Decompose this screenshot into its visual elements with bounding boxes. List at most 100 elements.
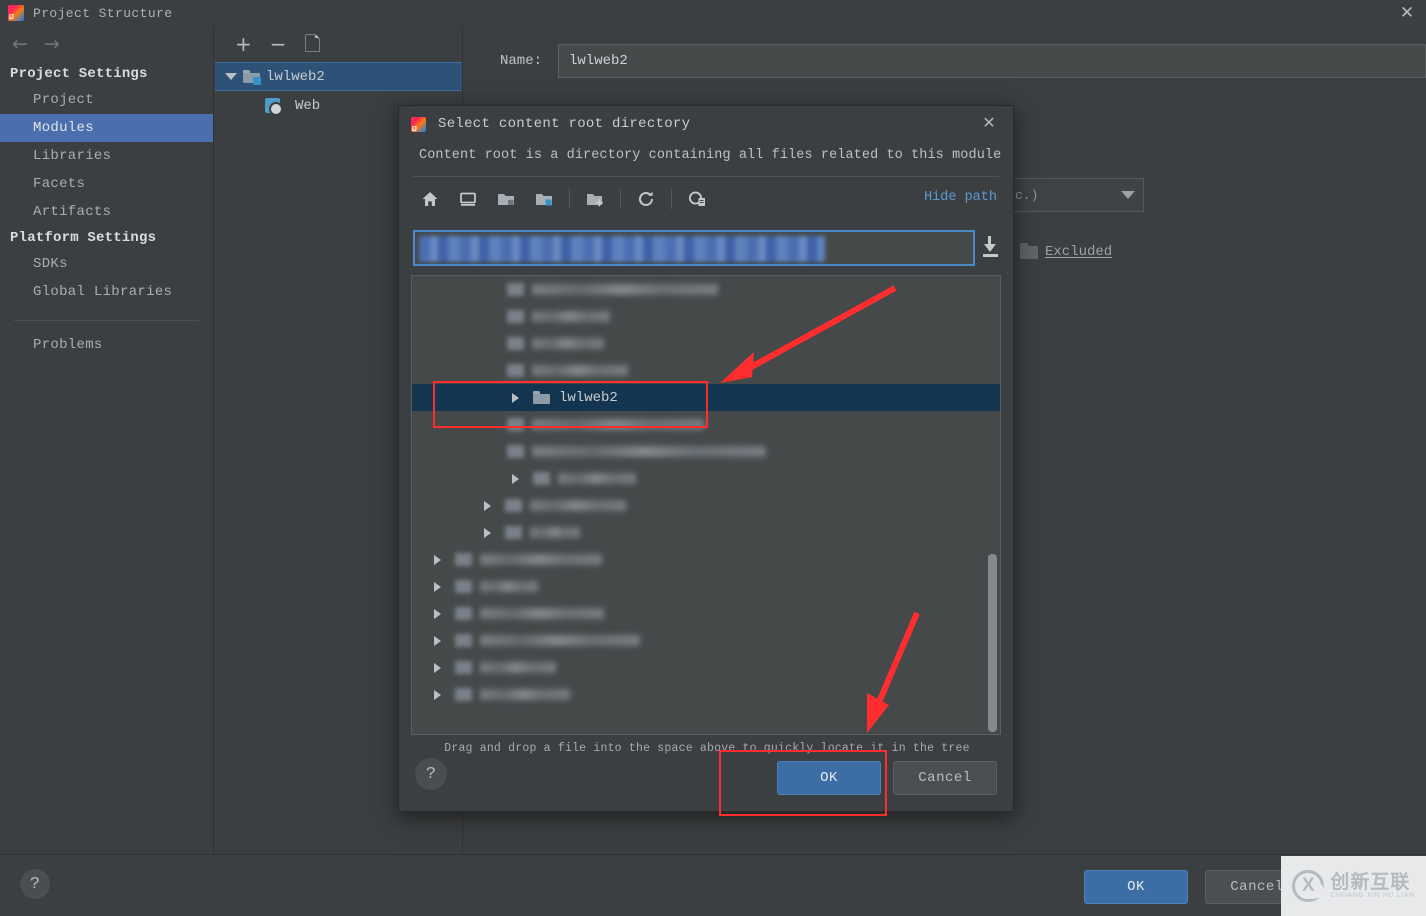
toolbar-divider — [671, 189, 672, 209]
chevron-down-icon[interactable] — [225, 73, 237, 80]
dialog-cancel-button[interactable]: Cancel — [893, 761, 997, 795]
chevron-right-icon[interactable] — [434, 635, 441, 646]
language-level-combo[interactable]: c.) — [1008, 178, 1144, 212]
folder-icon — [507, 364, 524, 377]
sidebar-item-sdks[interactable]: SDKs — [0, 250, 213, 278]
folder-icon — [533, 472, 550, 485]
excluded-label: Excluded — [1045, 244, 1113, 260]
tree-row[interactable] — [412, 654, 1000, 681]
dialog-ok-button[interactable]: OK — [777, 761, 881, 795]
copy-icon[interactable]: 🗋 — [305, 34, 321, 54]
sidebar-item-libraries[interactable]: Libraries — [0, 142, 213, 170]
show-hidden-icon[interactable] — [682, 186, 712, 212]
folder-icon — [507, 445, 524, 458]
module-name-input[interactable]: lwlweb2 — [558, 44, 1426, 78]
tree-row[interactable] — [412, 573, 1000, 600]
path-selected-text — [419, 236, 825, 262]
folder-icon — [505, 526, 522, 539]
sidebar-item-problems[interactable]: Problems — [0, 331, 213, 359]
folder-icon — [455, 661, 472, 674]
tree-row[interactable] — [412, 492, 1000, 519]
sidebar-divider — [14, 320, 199, 321]
add-module-button[interactable]: + — [235, 34, 252, 54]
chevron-right-icon[interactable] — [434, 554, 441, 565]
tree-row-lwlweb2[interactable]: lwlweb2 — [412, 384, 1000, 411]
home-icon[interactable] — [415, 186, 445, 212]
tree-row[interactable] — [412, 276, 1000, 303]
name-label: Name: — [499, 53, 542, 69]
file-chooser-toolbar: Hide path — [399, 177, 1013, 221]
tree-scrollbar[interactable] — [988, 554, 997, 732]
sidebar-item-global-libraries[interactable]: Global Libraries — [0, 278, 213, 306]
module-tree-row-lwlweb2[interactable]: lwlweb2 — [215, 62, 462, 91]
folder-icon — [455, 553, 472, 566]
folder-icon — [505, 499, 522, 512]
arrow-right-icon[interactable]: → — [44, 33, 60, 55]
module-name-row: Name: lwlweb2 — [464, 44, 1426, 78]
module-folder-icon[interactable] — [529, 186, 559, 212]
tree-row[interactable] — [412, 546, 1000, 573]
tree-row-label — [480, 581, 538, 592]
sidebar-item-modules[interactable]: Modules — [0, 114, 213, 142]
desktop-icon[interactable] — [453, 186, 483, 212]
chevron-right-icon[interactable] — [434, 689, 441, 700]
tree-row[interactable] — [412, 519, 1000, 546]
close-icon[interactable]: ✕ — [1397, 3, 1417, 23]
tree-row[interactable] — [412, 438, 1000, 465]
chevron-right-icon[interactable] — [434, 662, 441, 673]
tree-row[interactable] — [412, 330, 1000, 357]
refresh-icon[interactable] — [631, 186, 661, 212]
folder-icon — [533, 391, 550, 404]
modules-toolbar: + − 🗋 — [215, 26, 462, 62]
window-titlebar: Project Structure ✕ — [0, 0, 1426, 26]
chevron-down-icon[interactable] — [1121, 191, 1135, 199]
dialog-subtitle: Content root is a directory containing a… — [419, 148, 1002, 163]
tree-row[interactable] — [412, 357, 1000, 384]
sidebar-item-facets[interactable]: Facets — [0, 170, 213, 198]
tree-row[interactable] — [412, 411, 1000, 438]
tree-row[interactable] — [412, 627, 1000, 654]
chevron-right-icon[interactable] — [484, 500, 491, 511]
sidebar-group-project-settings: Project Settings — [10, 66, 148, 82]
tree-row-label — [532, 419, 704, 430]
path-input[interactable] — [413, 230, 976, 266]
web-facet-icon — [265, 98, 283, 116]
drag-drop-hint: Drag and drop a file into the space abov… — [444, 742, 970, 755]
chevron-right-icon[interactable] — [484, 527, 491, 538]
tree-row-label — [530, 500, 626, 511]
hide-path-link[interactable]: Hide path — [924, 190, 997, 205]
tree-row-label — [532, 338, 604, 349]
watermark-mark: X — [1302, 875, 1315, 896]
tree-row-label — [532, 446, 766, 457]
tree-row[interactable] — [412, 465, 1000, 492]
project-folder-icon[interactable] — [491, 186, 521, 212]
chevron-right-icon[interactable] — [512, 392, 519, 403]
tree-row-label — [530, 527, 580, 538]
dialog-titlebar: Select content root directory ✕ — [399, 106, 1013, 142]
directory-tree[interactable]: lwlweb2 — [411, 275, 1001, 735]
remove-module-button[interactable]: − — [270, 34, 287, 54]
sidebar-item-artifacts[interactable]: Artifacts — [0, 198, 213, 226]
close-icon[interactable]: ✕ — [979, 114, 999, 134]
tree-row[interactable] — [412, 681, 1000, 708]
tree-row[interactable] — [412, 600, 1000, 627]
watermark-logo-icon: X — [1292, 870, 1325, 902]
question-mark-icon[interactable]: ? — [20, 869, 50, 899]
arrow-left-icon[interactable]: ← — [12, 33, 28, 55]
intellij-idea-icon — [411, 116, 426, 132]
chevron-right-icon[interactable] — [434, 608, 441, 619]
download-icon[interactable] — [981, 235, 1001, 261]
module-tree-label: lwlweb2 — [266, 68, 325, 85]
new-folder-icon[interactable] — [580, 186, 610, 212]
excluded-marker-button[interactable]: Excluded — [1020, 242, 1113, 260]
excluded-folder-icon — [1020, 242, 1038, 259]
question-mark-icon[interactable]: ? — [415, 758, 447, 790]
tree-row-label — [558, 473, 636, 484]
module-folder-icon — [243, 70, 261, 85]
dialog-title: Select content root directory — [438, 116, 691, 132]
chevron-right-icon[interactable] — [512, 473, 519, 484]
tree-row[interactable] — [412, 303, 1000, 330]
chevron-right-icon[interactable] — [434, 581, 441, 592]
ok-button[interactable]: OK — [1084, 870, 1188, 904]
sidebar-item-project[interactable]: Project — [0, 86, 213, 114]
